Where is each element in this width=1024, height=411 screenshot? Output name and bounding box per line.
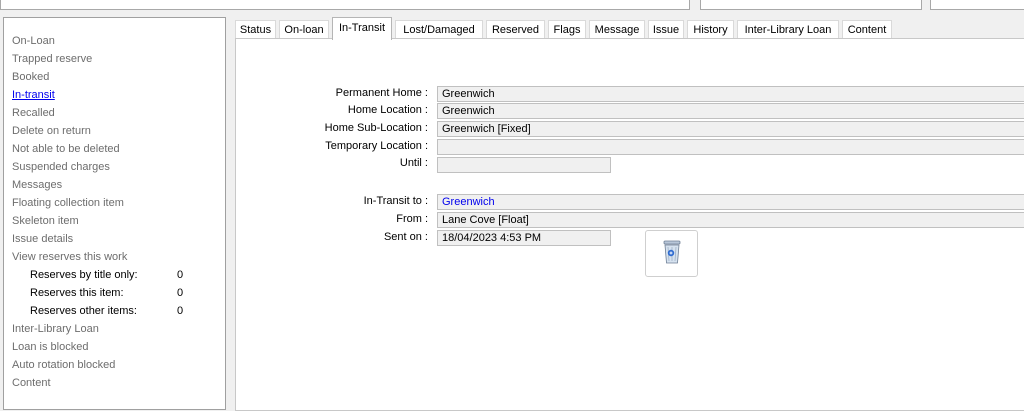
recycle-bin-icon <box>662 239 682 268</box>
top-field-3[interactable] <box>930 0 1024 10</box>
tab-content[interactable]: Content <box>842 20 892 39</box>
tab-on-loan[interactable]: On-loan <box>279 20 329 39</box>
in-transit-to-label: In-Transit to : <box>363 195 428 207</box>
until-field[interactable] <box>437 157 611 173</box>
reserves-by-title-label: Reserves by title only: <box>30 269 138 281</box>
status-item-skeleton: Skeleton item <box>12 215 79 227</box>
sent-on-field[interactable]: 18/04/2023 4:53 PM <box>437 230 611 246</box>
item-status-panel: On-Loan Trapped reserve Booked In-transi… <box>3 17 226 410</box>
status-item-issue-details: Issue details <box>12 233 74 245</box>
status-item-in-transit[interactable]: In-transit <box>12 86 190 104</box>
tab-history[interactable]: History <box>687 20 734 39</box>
delete-transit-button[interactable] <box>645 230 698 277</box>
tab-bar: Status On-loan In-Transit Lost/Damaged R… <box>235 17 1024 40</box>
status-item-not-deletable: Not able to be deleted <box>12 143 120 155</box>
temporary-location-label: Temporary Location : <box>325 140 428 152</box>
tab-issue[interactable]: Issue <box>648 20 684 39</box>
home-location-label: Home Location : <box>347 104 428 116</box>
home-sub-location-label: Home Sub-Location : <box>324 122 428 134</box>
reserves-other-items-count: 0 <box>177 305 184 317</box>
status-item-recalled: Recalled <box>12 107 55 119</box>
tab-inter-library-loan[interactable]: Inter-Library Loan <box>737 20 839 39</box>
tab-flags[interactable]: Flags <box>548 20 586 39</box>
top-field-2[interactable] <box>700 0 922 10</box>
status-item-on-loan: On-Loan <box>12 35 55 47</box>
permanent-home-label: Permanent Home : <box>335 87 428 99</box>
until-label: Until : <box>399 157 428 169</box>
status-item-floating-collection: Floating collection item <box>12 197 124 209</box>
status-item-auto-rotation-blocked: Auto rotation blocked <box>12 359 116 371</box>
status-item-delete-on-return: Delete on return <box>12 125 91 137</box>
tab-lost-damaged[interactable]: Lost/Damaged <box>395 20 483 39</box>
status-item-suspended-charges: Suspended charges <box>12 161 110 173</box>
home-location-field[interactable]: Greenwich <box>437 103 1024 119</box>
from-label: From : <box>396 213 428 225</box>
status-item-trapped-reserve: Trapped reserve <box>12 53 93 65</box>
reserves-other-items-label: Reserves other items: <box>30 305 137 317</box>
from-field[interactable]: Lane Cove [Float] <box>437 212 1024 228</box>
status-item-loan-blocked: Loan is blocked <box>12 341 89 353</box>
status-item-inter-library-loan: Inter-Library Loan <box>12 323 99 335</box>
reserves-this-item-count: 0 <box>177 287 184 299</box>
top-toolbar-strip <box>0 0 1024 14</box>
reserves-other-items-row: Reserves other items: 0 <box>12 302 190 320</box>
reserves-this-item-row: Reserves this item: 0 <box>12 284 190 302</box>
status-list: On-Loan Trapped reserve Booked In-transi… <box>12 32 190 392</box>
reserves-by-title-count: 0 <box>177 269 184 281</box>
tab-status[interactable]: Status <box>235 20 276 39</box>
permanent-home-field[interactable]: Greenwich <box>437 86 1024 102</box>
status-item-view-reserves: View reserves this work <box>12 251 128 263</box>
status-item-booked: Booked <box>12 71 50 83</box>
reserves-this-item-label: Reserves this item: <box>30 287 124 299</box>
status-item-content: Content <box>12 377 51 389</box>
status-item-messages: Messages <box>12 179 63 191</box>
temporary-location-field[interactable] <box>437 139 1024 155</box>
home-sub-location-field[interactable]: Greenwich [Fixed] <box>437 121 1024 137</box>
in-transit-to-field[interactable]: Greenwich <box>437 194 1024 210</box>
reserves-by-title-row: Reserves by title only: 0 <box>12 266 190 284</box>
tab-reserved[interactable]: Reserved <box>486 20 545 39</box>
tab-message[interactable]: Message <box>589 20 645 39</box>
tab-in-transit[interactable]: In-Transit <box>332 17 392 40</box>
top-field-1[interactable] <box>0 0 690 10</box>
sent-on-label: Sent on : <box>383 231 428 243</box>
